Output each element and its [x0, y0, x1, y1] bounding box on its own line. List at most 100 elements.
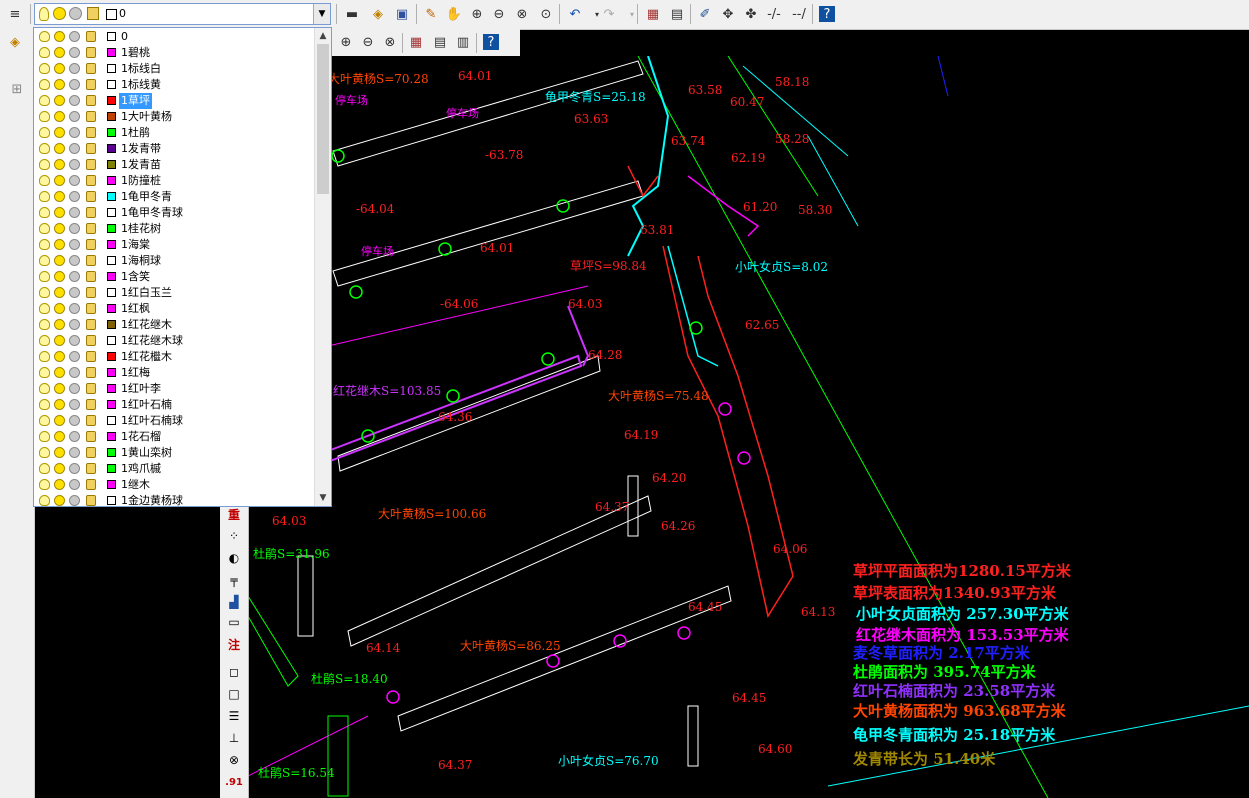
gear-icon[interactable]: [69, 175, 80, 186]
properties-icon[interactable]: ▦: [642, 3, 664, 25]
gear-icon[interactable]: [69, 223, 80, 234]
break-icon[interactable]: -/-: [763, 3, 785, 25]
lock-icon[interactable]: [86, 447, 96, 458]
layer-row[interactable]: 1碧桃: [34, 45, 316, 61]
bulb-icon[interactable]: [39, 239, 50, 250]
gear-icon[interactable]: [69, 479, 80, 490]
gear-icon[interactable]: [69, 111, 80, 122]
gear-icon[interactable]: [69, 303, 80, 314]
layer-manager-icon[interactable]: ≡: [4, 3, 26, 25]
gear-icon[interactable]: [69, 367, 80, 378]
lock-icon[interactable]: [86, 351, 96, 362]
sun-icon[interactable]: [54, 431, 65, 442]
redo-dropdown-icon[interactable]: ▾: [621, 3, 643, 25]
layer-row[interactable]: 1草坪: [34, 93, 316, 109]
properties-palette-icon[interactable]: ▦: [405, 31, 427, 53]
bulb-icon[interactable]: [39, 127, 50, 138]
zoom-in-icon[interactable]: ⊕: [335, 31, 357, 53]
gear-icon[interactable]: [69, 399, 80, 410]
bulb-icon[interactable]: [39, 207, 50, 218]
layer-row[interactable]: 1金边黄杨球: [34, 493, 316, 506]
help-2-icon[interactable]: ?: [483, 34, 499, 50]
bulb-icon[interactable]: [39, 191, 50, 202]
sun-icon[interactable]: [54, 351, 65, 362]
layer-dropdown-list[interactable]: 0 1碧桃 1标线白 1标线黄 1草坪 1大叶黄杨 1杜鹃 1发青带 1发青苗 1防撞桩 1龟甲冬青…: [33, 27, 332, 507]
lock-icon[interactable]: [86, 383, 96, 394]
sun-icon[interactable]: [54, 239, 65, 250]
bulb-icon[interactable]: [39, 447, 50, 458]
sun-icon[interactable]: [54, 175, 65, 186]
lock-icon[interactable]: [86, 399, 96, 410]
bulb-icon[interactable]: [39, 287, 50, 298]
layer-row[interactable]: 1桂花树: [34, 221, 316, 237]
zoom-previous-icon[interactable]: ⊗: [511, 3, 533, 25]
gear-icon[interactable]: [69, 207, 80, 218]
lock-icon[interactable]: [86, 207, 96, 218]
zoom-window-icon[interactable]: ⊖: [488, 3, 510, 25]
bulb-icon[interactable]: [39, 79, 50, 90]
pan-icon[interactable]: ✋: [443, 3, 465, 25]
decimal-icon[interactable]: .91: [223, 772, 245, 792]
sun-icon[interactable]: [54, 143, 65, 154]
zoom-realtime-icon[interactable]: ⊕: [466, 3, 488, 25]
drawing-canvas[interactable]: 大叶黄杨S=70.28 龟甲冬青S=25.18 草坪S=98.84 小叶女贞S=…: [248, 56, 1249, 798]
layer-row[interactable]: 1海桐球: [34, 253, 316, 269]
move-icon[interactable]: ✥: [717, 3, 739, 25]
zoom-extents-icon[interactable]: ⊙: [535, 3, 557, 25]
gear-icon[interactable]: [69, 335, 80, 346]
rect-icon[interactable]: □: [223, 684, 245, 704]
lock-icon[interactable]: [86, 79, 96, 90]
chart-icon[interactable]: ▟: [223, 592, 245, 612]
gear-icon[interactable]: [69, 271, 80, 282]
lock-icon[interactable]: [86, 479, 96, 490]
lock-icon[interactable]: [86, 255, 96, 266]
layer-combobox[interactable]: 0 ▼: [34, 3, 331, 25]
redo-icon[interactable]: ↷: [598, 3, 620, 25]
zoom-all-icon[interactable]: ⊗: [379, 31, 401, 53]
scroll-up-icon[interactable]: ▲: [315, 28, 331, 44]
layer-previous-icon[interactable]: ◈: [4, 31, 26, 53]
layer-row[interactable]: 1鸡爪槭: [34, 461, 316, 477]
lock-icon[interactable]: [86, 31, 96, 42]
sun-icon[interactable]: [54, 303, 65, 314]
lock-icon[interactable]: [86, 415, 96, 426]
bulb-icon[interactable]: [39, 47, 50, 58]
bulb-icon[interactable]: [39, 399, 50, 410]
lock-icon[interactable]: [86, 191, 96, 202]
bulb-icon[interactable]: [39, 431, 50, 442]
bulb-icon[interactable]: [39, 175, 50, 186]
design-center-2-icon[interactable]: ▤: [429, 31, 451, 53]
gear-icon[interactable]: [69, 495, 80, 506]
gear-icon[interactable]: [69, 63, 80, 74]
ruler-icon[interactable]: ▭: [223, 612, 245, 632]
bulb-icon[interactable]: [39, 159, 50, 170]
linetype-icon[interactable]: ▬: [341, 3, 363, 25]
lock-icon[interactable]: [86, 127, 96, 138]
bulb-icon[interactable]: [39, 351, 50, 362]
lock-icon[interactable]: [86, 495, 96, 506]
text-height-icon[interactable]: ╤: [223, 570, 245, 590]
dim-icon[interactable]: ⊥: [223, 728, 245, 748]
gear-icon[interactable]: [69, 415, 80, 426]
layer-row[interactable]: 1红叶石楠: [34, 397, 316, 413]
design-center-icon[interactable]: ▤: [666, 3, 688, 25]
bulb-icon[interactable]: [39, 479, 50, 490]
layer-row[interactable]: 1大叶黄杨: [34, 109, 316, 125]
sun-icon[interactable]: [54, 47, 65, 58]
gear-icon[interactable]: [69, 447, 80, 458]
sun-icon[interactable]: [54, 111, 65, 122]
layer-row[interactable]: 1红叶石楠球: [34, 413, 316, 429]
sun-icon[interactable]: [54, 207, 65, 218]
lock-icon[interactable]: [86, 303, 96, 314]
bulb-icon[interactable]: [39, 415, 50, 426]
gear-icon[interactable]: [69, 159, 80, 170]
lock-icon[interactable]: [86, 95, 96, 106]
sun-icon[interactable]: [54, 319, 65, 330]
sun-icon[interactable]: [54, 463, 65, 474]
sheet-set-icon[interactable]: ▥: [452, 31, 474, 53]
layer-row[interactable]: 1红花继木球: [34, 333, 316, 349]
help-icon[interactable]: ?: [819, 6, 835, 22]
extend-icon[interactable]: --/: [788, 3, 810, 25]
gear-icon[interactable]: [69, 319, 80, 330]
layer-state-icon[interactable]: ◈: [367, 3, 389, 25]
